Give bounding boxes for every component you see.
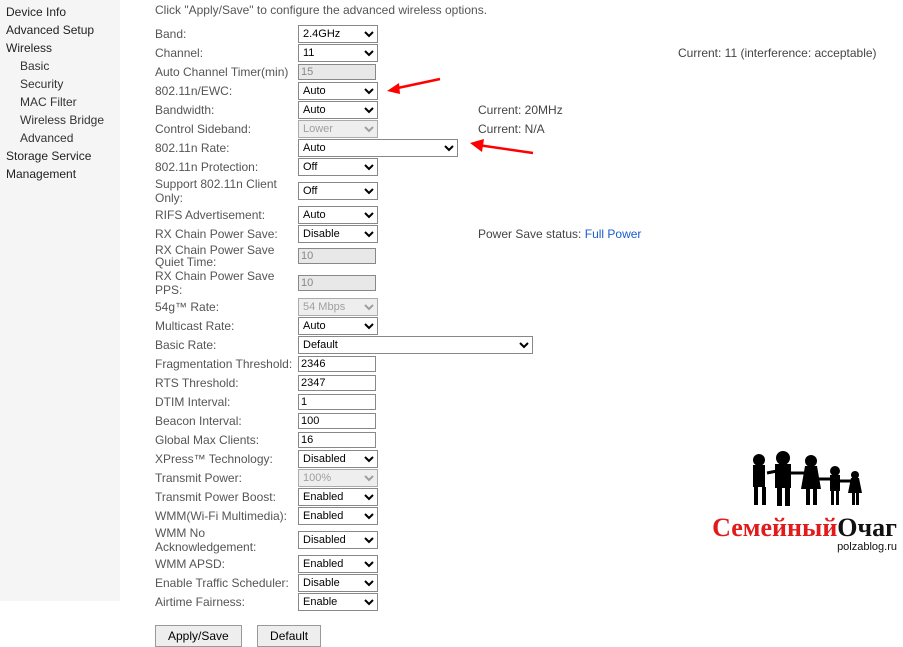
label-rate11n: 802.11n Rate:: [155, 141, 298, 155]
nav-mac-filter[interactable]: MAC Filter: [0, 93, 120, 111]
select-channel[interactable]: 11: [298, 44, 378, 62]
select-wmm-noack[interactable]: Disabled: [298, 531, 378, 549]
nav-device-info[interactable]: Device Info: [0, 3, 120, 21]
default-button[interactable]: Default: [257, 625, 321, 647]
label-band: Band:: [155, 27, 298, 41]
label-ewc: 802.11n/EWC:: [155, 84, 298, 98]
label-rifs: RIFS Advertisement:: [155, 208, 298, 222]
select-sideband: Lower: [298, 120, 378, 138]
label-tx-power: Transmit Power:: [155, 471, 298, 485]
label-frag: Fragmentation Threshold:: [155, 357, 298, 371]
input-auto-channel-timer: [298, 64, 376, 80]
select-traffic-sched[interactable]: Disable: [298, 574, 378, 592]
label-basic-rate: Basic Rate:: [155, 338, 298, 352]
label-rx-ps-quiet: RX Chain Power Save Quiet Time:: [155, 244, 298, 268]
family-silhouette-icon: [735, 451, 875, 506]
select-bandwidth[interactable]: Auto: [298, 101, 378, 119]
label-airtime: Airtime Fairness:: [155, 595, 298, 609]
select-basic-rate[interactable]: Default: [298, 336, 533, 354]
input-frag[interactable]: [298, 356, 376, 372]
label-multicast: Multicast Rate:: [155, 319, 298, 333]
label-prot11n: 802.11n Protection:: [155, 160, 298, 174]
label-wmm: WMM(Wi-Fi Multimedia):: [155, 509, 298, 523]
select-rate11n[interactable]: Auto: [298, 139, 458, 157]
sideband-current: Current: N/A: [478, 122, 545, 136]
select-ewc[interactable]: Auto: [298, 82, 378, 100]
bandwidth-current: Current: 20MHz: [478, 103, 563, 117]
select-client-only[interactable]: Off: [298, 182, 378, 200]
select-rifs[interactable]: Auto: [298, 206, 378, 224]
nav-basic[interactable]: Basic: [0, 57, 120, 75]
label-beacon: Beacon Interval:: [155, 414, 298, 428]
label-max-clients: Global Max Clients:: [155, 433, 298, 447]
ps-status-label: Power Save status:: [478, 227, 581, 241]
select-rate54g: 54 Mbps: [298, 298, 378, 316]
select-band[interactable]: 2.4GHz: [298, 25, 378, 43]
select-tx-boost[interactable]: Enabled: [298, 488, 378, 506]
apply-save-button[interactable]: Apply/Save: [155, 625, 242, 647]
nav-security[interactable]: Security: [0, 75, 120, 93]
label-wmm-noack: WMM No Acknowledgement:: [155, 526, 298, 554]
nav-management[interactable]: Management: [0, 165, 120, 183]
label-sideband: Control Sideband:: [155, 122, 298, 136]
label-client-only: Support 802.11n Client Only:: [155, 177, 298, 205]
nav-advanced-setup[interactable]: Advanced Setup: [0, 21, 120, 39]
label-tx-boost: Transmit Power Boost:: [155, 490, 298, 504]
label-rx-ps: RX Chain Power Save:: [155, 227, 298, 241]
label-wmm-apsd: WMM APSD:: [155, 557, 298, 571]
select-tx-power: 100%: [298, 469, 378, 487]
sidebar: Device Info Advanced Setup Wireless Basi…: [0, 0, 120, 601]
label-auto-channel-timer: Auto Channel Timer(min): [155, 65, 298, 79]
select-wmm[interactable]: Enabled: [298, 507, 378, 525]
main-panel: Click "Apply/Save" to configure the adva…: [155, 3, 895, 647]
select-rx-ps[interactable]: Disable: [298, 225, 378, 243]
select-prot11n[interactable]: Off: [298, 158, 378, 176]
input-max-clients[interactable]: [298, 432, 376, 448]
label-dtim: DTIM Interval:: [155, 395, 298, 409]
channel-current: Current: 11 (interference: acceptable): [678, 46, 877, 60]
select-airtime[interactable]: Enable: [298, 593, 378, 611]
nav-storage[interactable]: Storage Service: [0, 147, 120, 165]
label-channel: Channel:: [155, 46, 298, 60]
nav-wireless[interactable]: Wireless: [0, 39, 120, 57]
input-dtim[interactable]: [298, 394, 376, 410]
input-rts[interactable]: [298, 375, 376, 391]
label-rts: RTS Threshold:: [155, 376, 298, 390]
label-xpress: XPress™ Technology:: [155, 452, 298, 466]
select-xpress[interactable]: Disabled: [298, 450, 378, 468]
input-beacon[interactable]: [298, 413, 376, 429]
nav-wireless-bridge[interactable]: Wireless Bridge: [0, 111, 120, 129]
label-rx-ps-pps: RX Chain Power Save PPS:: [155, 269, 298, 297]
ps-status-value[interactable]: Full Power: [585, 227, 642, 241]
label-rate54g: 54g™ Rate:: [155, 300, 298, 314]
select-multicast[interactable]: Auto: [298, 317, 378, 335]
intro-text: Click "Apply/Save" to configure the adva…: [155, 3, 895, 17]
input-rx-ps-pps: [298, 275, 376, 291]
nav-advanced[interactable]: Advanced: [0, 129, 120, 147]
select-wmm-apsd[interactable]: Enabled: [298, 555, 378, 573]
input-rx-ps-quiet: [298, 248, 376, 264]
label-bandwidth: Bandwidth:: [155, 103, 298, 117]
label-traffic-sched: Enable Traffic Scheduler:: [155, 576, 298, 590]
